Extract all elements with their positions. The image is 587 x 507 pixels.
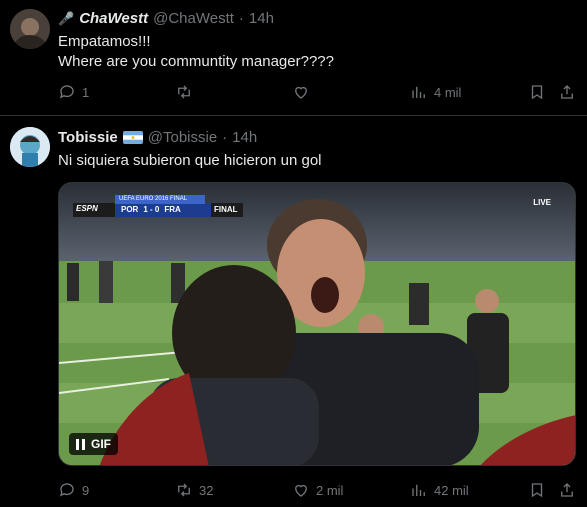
scoreboard-event: UEFA EURO 2016 FINAL bbox=[119, 196, 188, 202]
tweet-text: Ni siquiera subieron que hicieron un gol bbox=[58, 151, 322, 171]
scoreboard-brand: ESPN bbox=[76, 204, 98, 213]
timestamp[interactable]: 14h bbox=[232, 129, 257, 146]
microphone-icon: 🎤 bbox=[58, 10, 75, 26]
avatar-image bbox=[10, 127, 50, 167]
gif-frame bbox=[59, 183, 575, 465]
bookmark-button[interactable] bbox=[528, 481, 546, 499]
tweet-text-line: Empatamos!!! bbox=[58, 33, 151, 50]
like-button[interactable]: 2 mil bbox=[292, 481, 343, 499]
share-icon bbox=[561, 483, 573, 497]
avatar[interactable] bbox=[10, 9, 50, 49]
views-count: 4 mil bbox=[434, 84, 462, 100]
share-button[interactable] bbox=[558, 481, 576, 499]
scoreboard-team2: FRA bbox=[164, 205, 181, 214]
tweet-text-line: Ni siquiera subieron que hicieron un gol bbox=[58, 152, 322, 169]
tweet[interactable]: Tobissie @Tobissie · 14h Ni siquiera sub… bbox=[0, 116, 587, 507]
reply-button[interactable]: 1 bbox=[58, 83, 89, 101]
tweet-text: Empatamos!!! Where are you communtity ma… bbox=[58, 32, 334, 72]
like-count: 2 mil bbox=[316, 482, 344, 498]
retweet-icon bbox=[178, 85, 190, 99]
tweet-actions: 1 4 mil bbox=[58, 83, 578, 103]
separator-dot: · bbox=[222, 129, 228, 146]
reply-icon bbox=[59, 85, 74, 99]
live-label: LIVE bbox=[533, 198, 551, 207]
scoreboard-result: 1 - 0 bbox=[143, 205, 160, 214]
separator-dot: · bbox=[238, 10, 244, 27]
scoreboard-stage: FINAL bbox=[214, 205, 238, 214]
heart-icon bbox=[295, 484, 307, 497]
retweet-count: 32 bbox=[199, 482, 214, 498]
display-name[interactable]: ChaWestt bbox=[79, 10, 148, 27]
views-chart-icon bbox=[412, 484, 425, 496]
bookmark-icon bbox=[531, 483, 543, 498]
handle[interactable]: @ChaWestt bbox=[153, 10, 234, 27]
gif-media[interactable]: ESPN UEFA EURO 2016 FINAL POR 1 - 0 FRA … bbox=[58, 182, 576, 466]
retweet-icon bbox=[178, 483, 190, 497]
scoreboard-score: POR 1 - 0 FRA bbox=[121, 205, 181, 214]
like-button[interactable] bbox=[292, 83, 316, 101]
display-name[interactable]: Tobissie bbox=[58, 129, 118, 146]
reply-button[interactable]: 9 bbox=[58, 481, 89, 499]
views-count: 42 mil bbox=[434, 482, 469, 498]
reply-count: 1 bbox=[82, 84, 90, 100]
timestamp[interactable]: 14h bbox=[249, 10, 274, 27]
retweet-button[interactable]: 32 bbox=[175, 481, 213, 499]
avatar-image bbox=[10, 9, 50, 49]
reply-count: 9 bbox=[82, 482, 90, 498]
retweet-button[interactable] bbox=[175, 83, 199, 101]
tweet-header: Tobissie @Tobissie · 14h bbox=[58, 129, 257, 146]
reply-icon bbox=[59, 483, 74, 497]
views-button[interactable]: 4 mil bbox=[410, 83, 461, 101]
tweet-actions: 9 32 2 mil 42 mil bbox=[58, 481, 578, 501]
bookmark-button[interactable] bbox=[528, 83, 546, 101]
tweet-text-line: Where are you communtity manager???? bbox=[58, 53, 334, 70]
pause-icon bbox=[76, 438, 85, 450]
views-button[interactable]: 42 mil bbox=[410, 481, 469, 499]
views-chart-icon bbox=[412, 86, 425, 98]
share-button[interactable] bbox=[558, 83, 576, 101]
heart-icon bbox=[295, 86, 307, 99]
handle[interactable]: @Tobissie bbox=[148, 129, 217, 146]
share-icon bbox=[561, 85, 573, 99]
gif-pause-control[interactable]: GIF bbox=[69, 433, 118, 455]
tweet[interactable]: 🎤 ChaWestt @ChaWestt · 14h Empatamos!!! … bbox=[0, 0, 587, 116]
gif-label: GIF bbox=[91, 437, 111, 451]
tweet-header: 🎤 ChaWestt @ChaWestt · 14h bbox=[58, 10, 274, 27]
argentina-flag-icon bbox=[122, 131, 143, 144]
bookmark-icon bbox=[531, 85, 543, 100]
avatar[interactable] bbox=[10, 127, 50, 167]
scoreboard-team1: POR bbox=[121, 205, 139, 214]
